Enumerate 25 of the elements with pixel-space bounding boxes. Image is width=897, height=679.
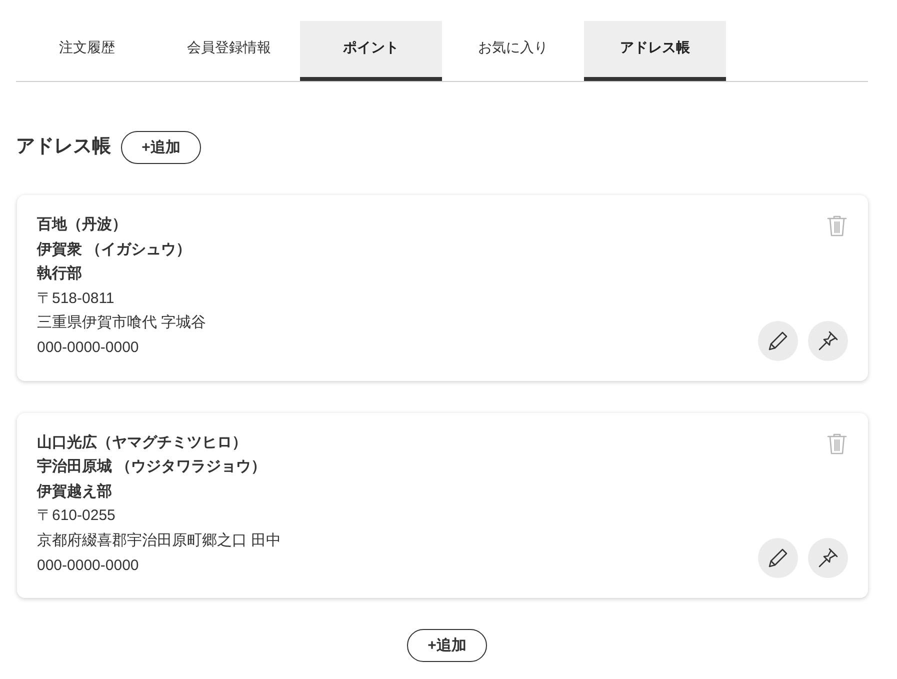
pushpin-icon: [818, 548, 838, 568]
department-name: 執行部: [37, 264, 83, 284]
company-name: 宇治田原城 （ウジタワラジョウ）: [37, 456, 268, 478]
postal-code: 〒518-0811: [37, 288, 116, 309]
street-address: 京都府綴喜郡宇治田原町郷之口 田中: [37, 530, 282, 551]
pin-button[interactable]: [808, 320, 848, 361]
recipient-name: 百地（丹波）: [37, 215, 128, 235]
company-name: 伊賀衆 （イガシュウ）: [37, 240, 192, 260]
section-title: アドレス帳: [16, 135, 111, 160]
recipient-name: 山口光広（ヤマグチミツヒロ）: [37, 432, 248, 453]
department-name: 伊賀越え部: [37, 482, 113, 502]
tab[interactable]: アドレス帳: [584, 21, 726, 81]
pin-button[interactable]: [808, 538, 848, 578]
edit-button[interactable]: [758, 320, 798, 361]
add-button[interactable]: +追加: [407, 629, 487, 662]
phone-number: 000-0000-0000: [37, 338, 140, 358]
edit-button[interactable]: [758, 538, 798, 578]
street-address: 三重県伊賀市喰代 字城谷: [37, 313, 206, 334]
postal-code: 〒610-0255: [37, 506, 116, 526]
phone-number: 000-0000-0000: [37, 556, 140, 576]
tab[interactable]: ポイント: [300, 21, 442, 81]
pencil-icon: [768, 330, 788, 351]
pushpin-icon: [818, 330, 838, 351]
add-button[interactable]: +追加: [121, 131, 201, 164]
pencil-icon: [768, 548, 788, 568]
